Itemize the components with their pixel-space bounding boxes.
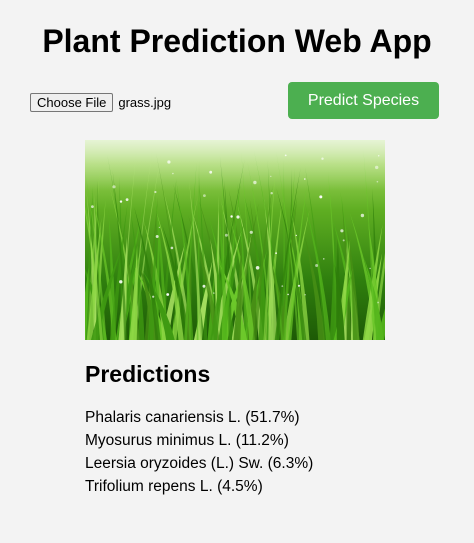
page-title: Plant Prediction Web App — [42, 23, 432, 59]
prediction-item: Myosurus minimus L. (11.2%) — [85, 432, 289, 449]
predict-species-button[interactable]: Predict Species — [288, 82, 439, 119]
selected-file-name: grass.jpg — [118, 94, 172, 110]
prediction-item: Leersia oryzoides (L.) Sw. (6.3%) — [85, 455, 314, 472]
prediction-item: Trifolium repens L. (4.5%) — [85, 478, 263, 495]
predictions-list: Phalaris canariensis L. (51.7%) Myosurus… — [85, 406, 313, 498]
file-upload: Choose File grass.jpg — [30, 92, 171, 112]
predictions-heading: Predictions — [85, 361, 211, 387]
prediction-item: Phalaris canariensis L. (51.7%) — [85, 409, 300, 426]
choose-file-button[interactable]: Choose File — [30, 92, 114, 112]
uploaded-image-preview — [85, 140, 385, 340]
